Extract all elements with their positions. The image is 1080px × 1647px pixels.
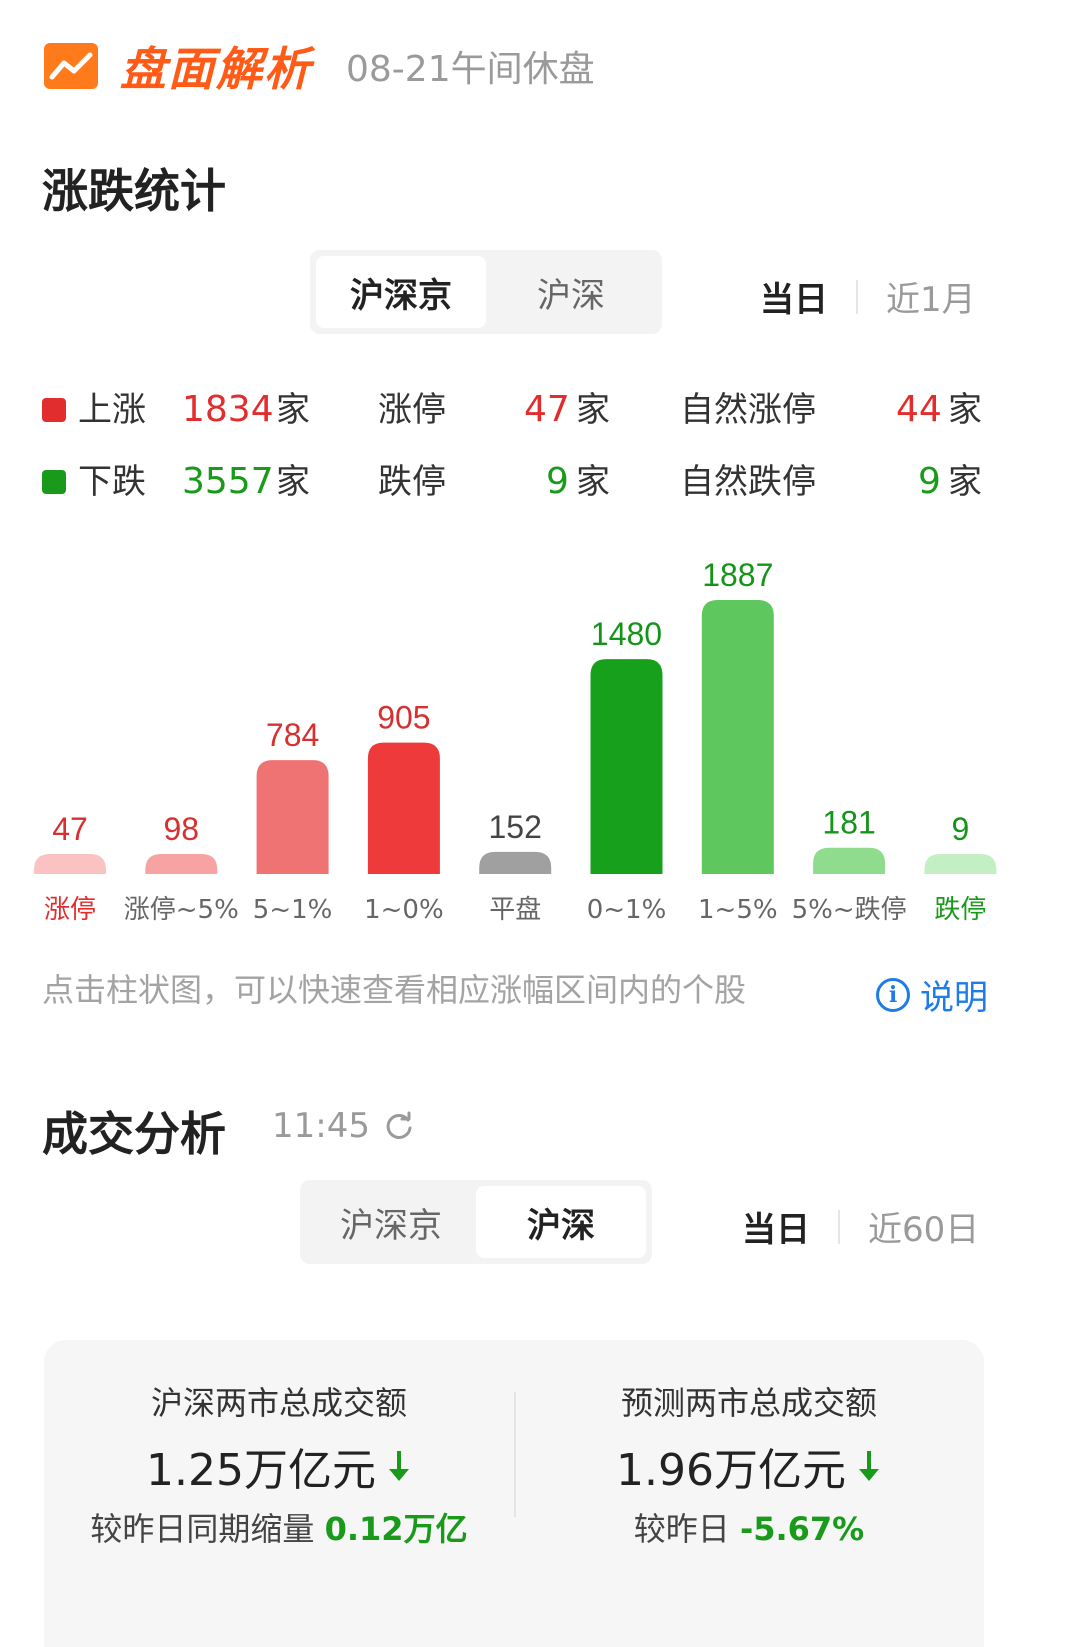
- stat-row-down: 下跌 3557 家 跌停 9 家 自然跌停 9 家: [40, 457, 1040, 507]
- bar-value-label: 1480: [591, 616, 662, 652]
- range-60days[interactable]: 近60日: [868, 1202, 979, 1251]
- tab-hsj[interactable]: 沪深京: [316, 256, 486, 328]
- total-turnover-value: 1.25万亿元: [146, 1445, 376, 1496]
- limit-down-count: 9: [546, 461, 569, 502]
- bar-7[interactable]: [813, 847, 886, 874]
- bar-category-label: 5%~跌停: [792, 895, 907, 925]
- bar-6[interactable]: [701, 600, 774, 874]
- bar-value-label: 1887: [702, 557, 773, 593]
- bar-value-label: 181: [822, 805, 875, 841]
- total-turnover-change: 较昨日同期缩量 0.12万亿: [44, 1504, 514, 1550]
- bar-category-label: 0~1%: [587, 895, 667, 925]
- bar-3[interactable]: [367, 742, 440, 874]
- bar-category-label: 跌停: [934, 895, 986, 925]
- chart-trend-icon: [44, 43, 98, 89]
- explain-label: 说明: [920, 978, 988, 1018]
- bar-value-label: 784: [266, 717, 319, 753]
- bar-8[interactable]: [924, 854, 997, 874]
- range-divider: [856, 279, 858, 314]
- natural-limit-down-count: 9: [918, 461, 941, 502]
- market-status: 08-21午间休盘: [346, 49, 595, 90]
- unit-label: 家: [576, 390, 610, 430]
- forecast-turnover-value: 1.96万亿元: [616, 1445, 846, 1496]
- unit-label: 家: [276, 390, 310, 430]
- stat-row-up: 上涨 1834 家 涨停 47 家 自然涨停 44 家: [40, 385, 1040, 435]
- up-legend-dot: [42, 398, 66, 422]
- limit-up-label: 涨停: [378, 390, 446, 430]
- bar-0[interactable]: [34, 854, 106, 874]
- total-turnover-value-row: 1.25万亿元: [44, 1434, 514, 1498]
- header: 盘面解析 08-21午间休盘: [44, 36, 1044, 96]
- explain-link[interactable]: i 说明: [876, 970, 988, 1019]
- total-turnover: 沪深两市总成交额 1.25万亿元 较昨日同期缩量 0.12万亿: [44, 1378, 514, 1550]
- brand-title: 盘面解析: [120, 42, 312, 96]
- forecast-turnover: 预测两市总成交额 1.96万亿元 较昨日 -5.67%: [514, 1378, 984, 1550]
- bar-value-label: 152: [489, 809, 542, 845]
- bar-category-label: 1~0%: [364, 895, 444, 925]
- distribution-bar-chart[interactable]: 47 涨停 98 涨停~5% 784 5~1% 905 1~0% 152 平盘 1480 0~1% 18…: [0, 540, 1080, 940]
- bar-value-label: 905: [377, 700, 430, 736]
- bar-category-label: 1~5%: [698, 895, 778, 925]
- natural-limit-up-label: 自然涨停: [680, 390, 816, 430]
- bar-category-label: 5~1%: [253, 895, 333, 925]
- change-label: 较昨日: [633, 1510, 730, 1548]
- range-today[interactable]: 当日: [760, 272, 828, 321]
- down-count: 3557: [182, 461, 274, 502]
- bar-category-label: 平盘: [489, 895, 541, 925]
- bar-value-label: 98: [164, 811, 200, 847]
- bar-category-label: 涨停: [44, 895, 96, 925]
- rise-fall-market-tabs: 沪深京 沪深: [310, 250, 662, 334]
- tab-hs[interactable]: 沪深: [486, 256, 656, 328]
- total-turnover-label: 沪深两市总成交额: [150, 1384, 407, 1422]
- volume-title: 成交分析: [42, 1107, 226, 1161]
- rise-fall-range: 当日 近1月: [760, 272, 976, 321]
- unit-label: 家: [948, 390, 982, 430]
- rise-fall-title: 涨跌统计: [42, 164, 226, 218]
- refresh-icon[interactable]: [384, 1111, 414, 1141]
- range-1month[interactable]: 近1月: [886, 272, 976, 321]
- forecast-turnover-change: 较昨日 -5.67%: [514, 1504, 984, 1550]
- up-count: 1834: [182, 389, 274, 430]
- bar-value-label: 47: [52, 811, 88, 847]
- update-time: 11:45: [272, 1106, 414, 1146]
- info-icon: i: [876, 977, 910, 1012]
- range-today[interactable]: 当日: [742, 1202, 810, 1251]
- tab-hsj[interactable]: 沪深京: [306, 1186, 476, 1258]
- volume-market-tabs: 沪深京 沪深: [300, 1180, 652, 1264]
- down-legend-dot: [42, 470, 66, 494]
- up-label: 上涨: [78, 390, 146, 430]
- limit-down-label: 跌停: [378, 462, 446, 502]
- bar-category-label: 涨停~5%: [124, 895, 239, 925]
- change-value: 0.12万亿: [324, 1510, 468, 1548]
- natural-limit-down-label: 自然跌停: [680, 462, 816, 502]
- chart-hint: 点击柱状图，可以快速查看相应涨幅区间内的个股: [42, 971, 747, 1009]
- arrow-down-icon: [858, 1451, 879, 1481]
- tab-hs[interactable]: 沪深: [476, 1186, 646, 1258]
- bar-2[interactable]: [256, 760, 329, 874]
- natural-limit-up-count: 44: [896, 389, 942, 430]
- bar-1[interactable]: [145, 854, 218, 874]
- forecast-turnover-label: 预测两市总成交额: [620, 1384, 877, 1422]
- forecast-turnover-value-row: 1.96万亿元: [514, 1434, 984, 1498]
- arrow-down-icon: [388, 1451, 409, 1481]
- range-divider: [838, 1209, 840, 1244]
- limit-up-count: 47: [524, 389, 570, 430]
- volume-range: 当日 近60日: [742, 1202, 979, 1251]
- change-label: 较昨日同期缩量: [90, 1510, 315, 1548]
- change-value: -5.67%: [739, 1510, 865, 1548]
- unit-label: 家: [276, 462, 310, 502]
- down-label: 下跌: [78, 462, 146, 502]
- bar-5[interactable]: [590, 659, 663, 874]
- update-time-text: 11:45: [272, 1106, 370, 1146]
- bar-value-label: 9: [952, 811, 970, 847]
- volume-card: 沪深两市总成交额 1.25万亿元 较昨日同期缩量 0.12万亿 预测两市总成交额…: [44, 1340, 984, 1647]
- unit-label: 家: [576, 462, 610, 502]
- bar-4[interactable]: [479, 851, 552, 874]
- unit-label: 家: [948, 462, 982, 502]
